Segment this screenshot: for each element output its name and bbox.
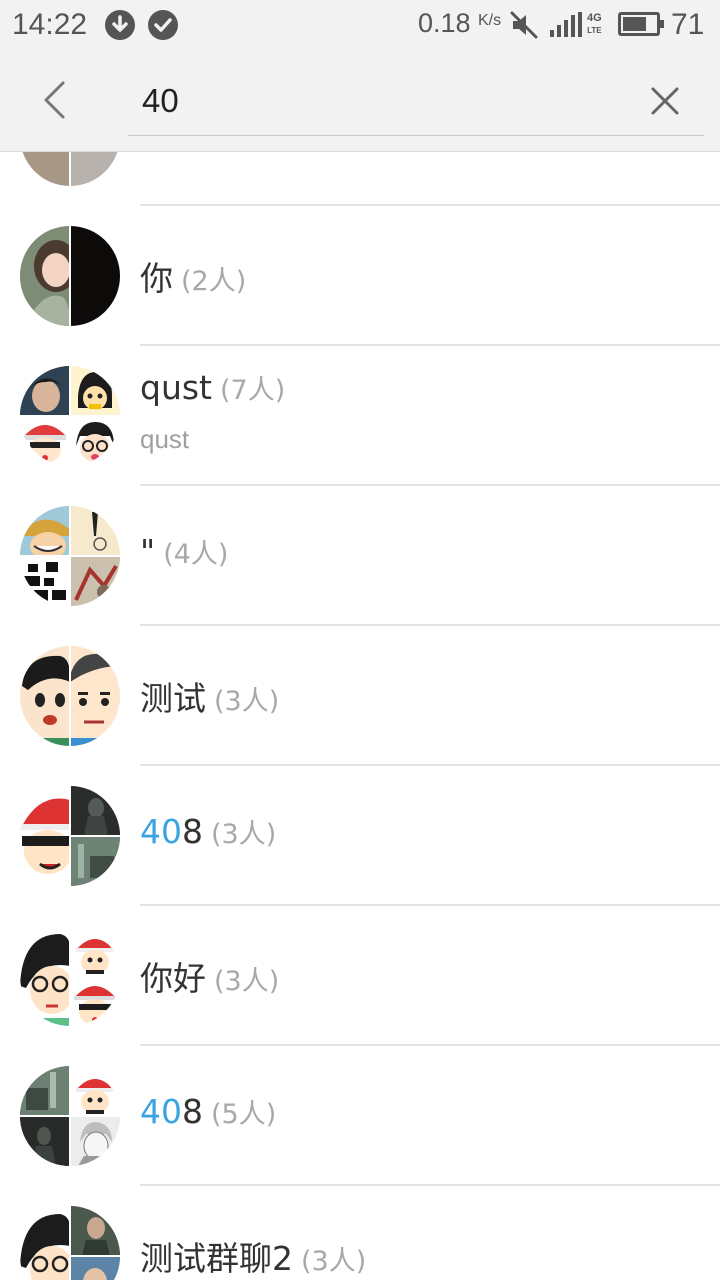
clear-search-button[interactable] bbox=[640, 76, 690, 126]
net-speed-unit: K/s bbox=[478, 12, 502, 29]
result-title: 408 (3人) bbox=[140, 812, 277, 851]
result-title: 你 (2人) bbox=[140, 259, 247, 298]
list-item[interactable]: 408 (5人) bbox=[0, 1046, 720, 1186]
list-item[interactable]: qust (7人) qust bbox=[0, 346, 720, 486]
group-avatar bbox=[20, 366, 120, 466]
close-icon bbox=[651, 87, 679, 115]
result-title: 测试 (3人) bbox=[140, 679, 280, 718]
result-title: 你好 (3人) bbox=[140, 959, 280, 998]
result-title: qust (7人) bbox=[140, 368, 286, 407]
result-title: " (4人) bbox=[140, 532, 229, 571]
battery-icon bbox=[618, 12, 664, 36]
status-bar: 14:22 0.18 K/s 4G LTE 71 bbox=[0, 0, 720, 50]
mute-icon bbox=[510, 10, 538, 44]
list-item[interactable]: " (4人) bbox=[0, 486, 720, 626]
net-speed: 0.18 bbox=[418, 8, 471, 38]
match-highlight: 40 bbox=[140, 812, 182, 851]
search-input[interactable] bbox=[142, 78, 622, 124]
result-title: 测试群聊2 (3人) bbox=[140, 1239, 367, 1278]
list-item[interactable]: 测试群聊2 (3人) bbox=[0, 1186, 720, 1280]
status-time: 14:22 bbox=[12, 8, 88, 41]
search-results-list[interactable]: 你 (2人) qust (7人) qust " (4人) 测试 (3人) 408… bbox=[0, 152, 720, 1280]
group-avatar bbox=[20, 926, 120, 1026]
download-icon bbox=[105, 10, 135, 40]
search-box bbox=[128, 68, 704, 136]
group-avatar bbox=[20, 152, 120, 186]
list-item[interactable] bbox=[0, 152, 720, 206]
list-item[interactable]: 408 (3人) bbox=[0, 766, 720, 906]
group-avatar bbox=[20, 506, 120, 606]
network-type: 4G LTE bbox=[587, 12, 602, 35]
list-item[interactable]: 测试 (3人) bbox=[0, 626, 720, 766]
back-chevron-icon bbox=[44, 81, 65, 119]
list-item[interactable]: 你好 (3人) bbox=[0, 906, 720, 1046]
group-avatar bbox=[20, 1206, 120, 1280]
group-avatar bbox=[20, 646, 120, 746]
group-avatar bbox=[20, 1066, 120, 1166]
search-header bbox=[0, 50, 720, 152]
list-item[interactable]: 你 (2人) bbox=[0, 206, 720, 346]
back-button[interactable] bbox=[24, 72, 84, 128]
battery-fill bbox=[623, 17, 646, 31]
group-avatar bbox=[20, 226, 120, 326]
group-avatar bbox=[20, 786, 120, 886]
result-subtitle: qust bbox=[140, 424, 190, 454]
signal-icon bbox=[549, 12, 583, 42]
battery-percent: 71 bbox=[671, 8, 705, 41]
match-highlight: 40 bbox=[140, 1092, 182, 1131]
check-icon bbox=[148, 10, 178, 40]
result-title: 408 (5人) bbox=[140, 1092, 277, 1131]
